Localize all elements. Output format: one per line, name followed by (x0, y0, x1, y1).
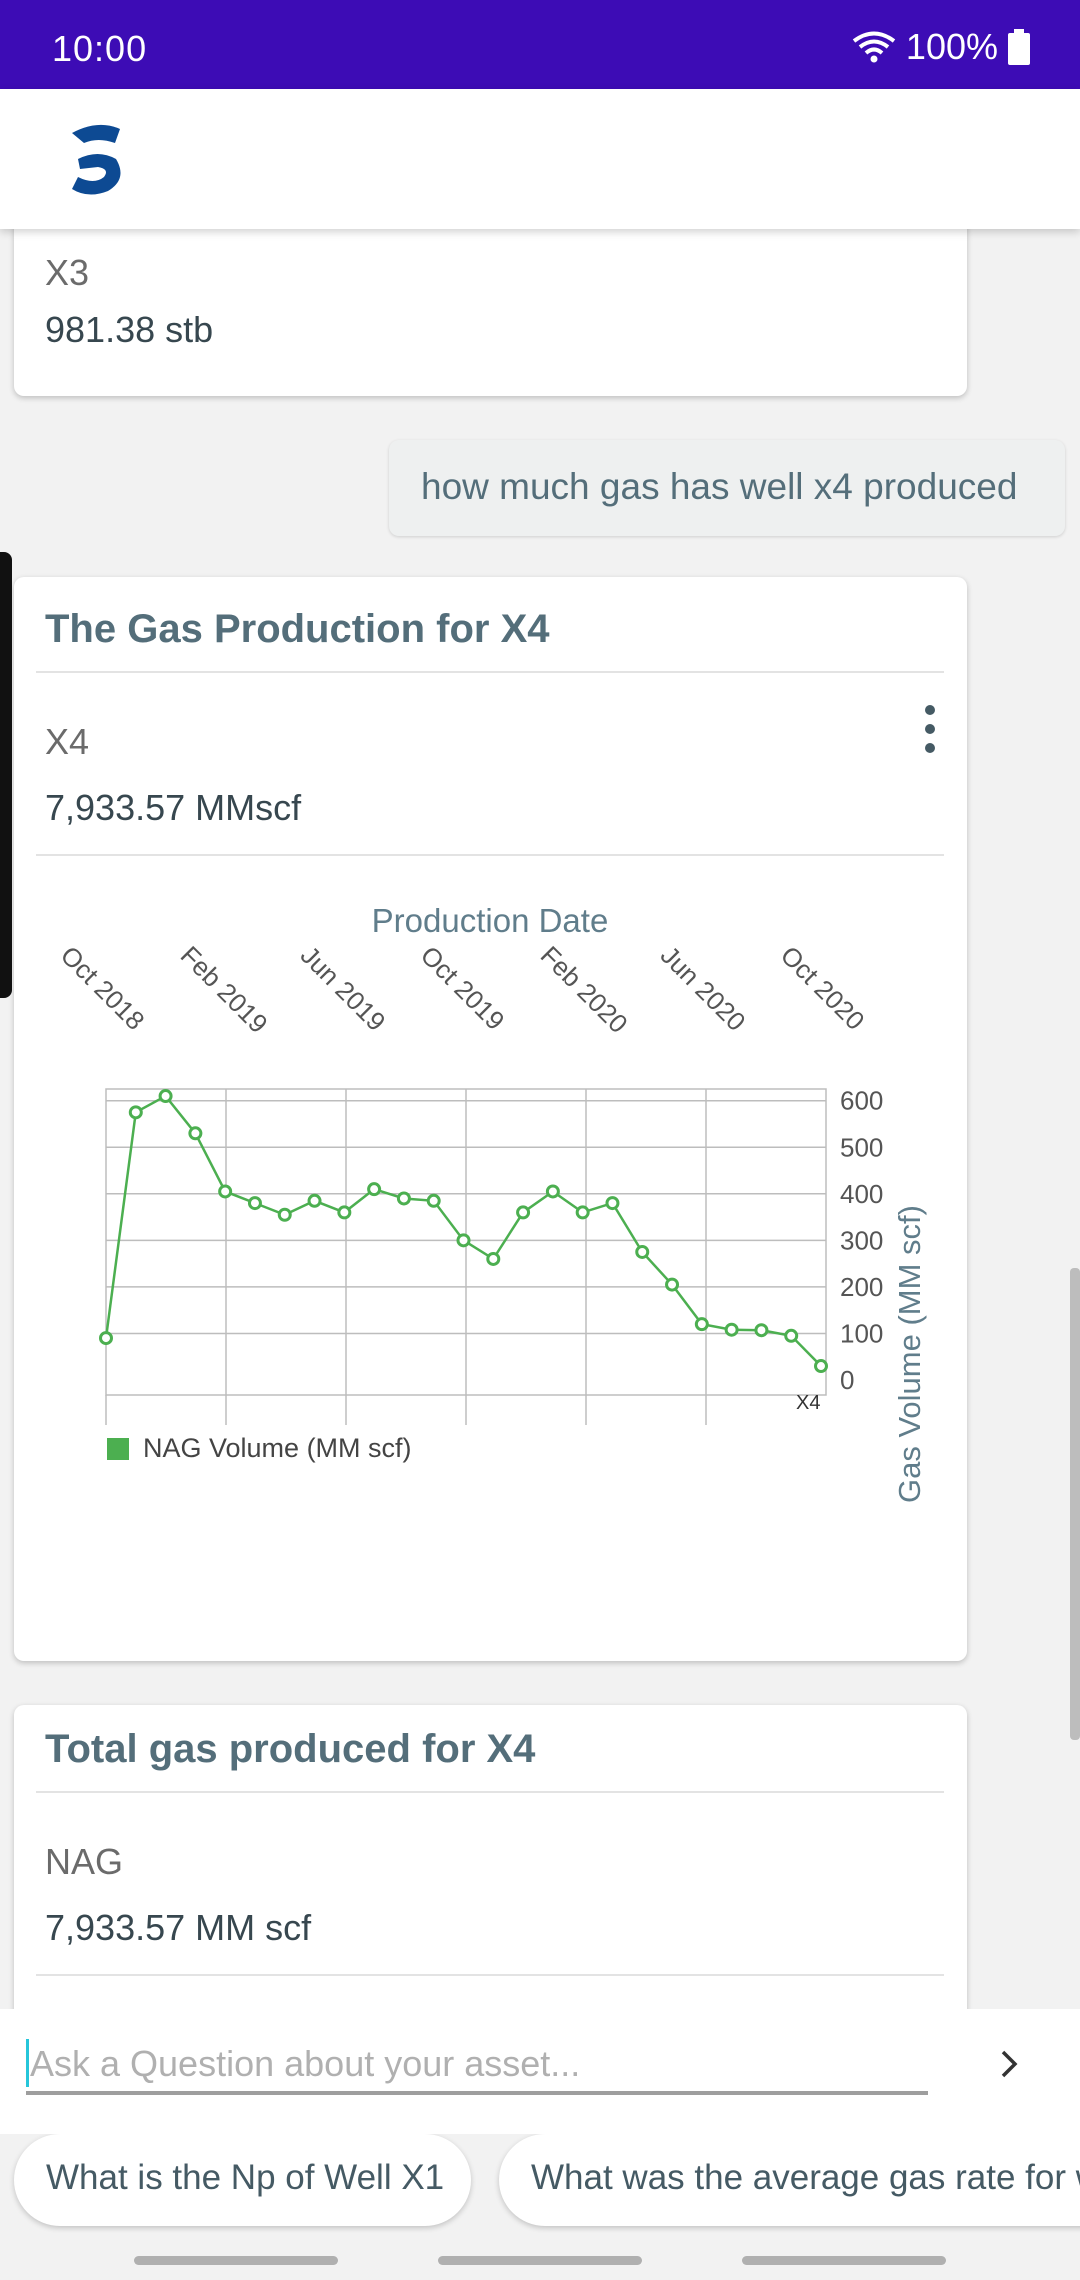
data-point (575, 1205, 590, 1220)
y-tick-label: 400 (840, 1179, 883, 1209)
total-value: 7,933.57 MM scf (45, 1907, 312, 1948)
data-point (605, 1196, 620, 1211)
user-message-text: how much gas has well x4 produced (421, 466, 1018, 507)
chart-x-axis-title: Production Date (372, 902, 609, 939)
card-divider (36, 1974, 944, 1976)
y-tick-label: 600 (840, 1086, 883, 1116)
battery-icon (1008, 29, 1030, 65)
data-point (456, 1233, 471, 1248)
system-nav-bar (0, 2238, 1080, 2280)
data-point (545, 1184, 560, 1199)
data-point (694, 1317, 709, 1332)
well-label: X4 (45, 721, 90, 762)
suggestion-chip-label: What is the Np of Well X1 (46, 2158, 445, 2197)
data-point (99, 1331, 113, 1346)
data-point (426, 1193, 441, 1208)
status-icons: 100% (852, 26, 1030, 68)
previous-answer-card: X3 981.38 stb (14, 229, 967, 396)
legend-label: NAG Volume (MM scf) (143, 1433, 412, 1463)
data-point (784, 1328, 799, 1343)
data-point (665, 1277, 680, 1292)
data-point (754, 1323, 769, 1338)
y-tick-label: 300 (840, 1225, 883, 1255)
status-bar: 10:00 100% (0, 0, 1080, 89)
scrollbar[interactable] (1070, 1268, 1080, 1740)
question-input-bar: Ask a Question about your asset... (0, 2009, 1080, 2134)
x-tick-label: Feb 2019 (175, 940, 274, 1039)
suggestion-chip[interactable]: What is the Np of Well X1 (14, 2134, 471, 2226)
s-logo-icon[interactable] (68, 119, 128, 199)
total-gas-card: Total gas produced for X4 NAG 7,933.57 M… (14, 1705, 967, 2009)
x-tick-label: Oct 2020 (775, 940, 871, 1036)
legend-swatch (107, 1438, 129, 1460)
nav-handle[interactable] (742, 2256, 946, 2265)
side-edge-handle[interactable] (0, 552, 12, 998)
y-tick-label: 200 (840, 1272, 883, 1302)
question-input[interactable]: Ask a Question about your asset... (26, 2033, 928, 2095)
question-placeholder: Ask a Question about your asset... (30, 2043, 581, 2084)
data-point (396, 1191, 411, 1206)
suggestion-chip-label: What was the average gas rate for well X… (531, 2158, 1080, 2197)
battery-percent: 100% (905, 26, 998, 67)
data-point (486, 1251, 501, 1266)
y-tick-label: 0 (840, 1365, 854, 1395)
app-bar (0, 89, 1080, 229)
gas-production-card: The Gas Production for X4 X4 7,933.57 MM… (14, 577, 967, 1661)
data-point (814, 1359, 828, 1374)
chart-y-axis-title: Gas Volume (MM scf) (892, 1205, 927, 1503)
data-point (337, 1205, 352, 1220)
card-divider (36, 671, 944, 673)
x-tick-label: Feb 2020 (535, 940, 634, 1039)
y-tick-label: 500 (840, 1132, 883, 1162)
card-title: Total gas produced for X4 (45, 1727, 536, 1771)
total-label: NAG (45, 1841, 124, 1882)
data-point (724, 1322, 739, 1337)
x-tick-label: Jun 2020 (655, 940, 752, 1037)
more-options-icon[interactable] (925, 705, 935, 762)
nav-handle[interactable] (134, 2256, 338, 2265)
x-tick-label: Jun 2019 (295, 940, 392, 1037)
data-point (218, 1184, 233, 1199)
data-point (307, 1193, 322, 1208)
x-tick-label: Oct 2019 (415, 940, 511, 1036)
prev-card-label: X3 (45, 252, 90, 293)
nav-handle[interactable] (438, 2256, 642, 2265)
prev-card-value: 981.38 stb (45, 309, 214, 350)
chart-legend: NAG Volume (MM scf) (107, 1433, 412, 1463)
status-time: 10:00 (52, 28, 148, 69)
chevron-right-icon[interactable] (994, 2047, 1024, 2081)
y-tick-label: 100 (840, 1318, 883, 1348)
wifi-icon (852, 31, 896, 63)
data-point (158, 1089, 173, 1104)
chat-area[interactable]: X3 981.38 stb how much gas has well x4 p… (0, 229, 1080, 2009)
x-tick-label: Oct 2018 (55, 940, 151, 1036)
card-divider (36, 1791, 944, 1793)
card-divider (36, 854, 944, 856)
data-point (247, 1196, 262, 1211)
suggestion-chips: What is the Np of Well X1 What was the a… (0, 2134, 1080, 2238)
text-cursor (26, 2039, 29, 2087)
gas-production-chart: Production Date Oct 2018 Feb 2019 Jun 2019… (55, 902, 927, 1503)
data-point (188, 1126, 203, 1141)
x-axis-extra-label: X4 (796, 1392, 820, 1414)
card-title: The Gas Production for X4 (45, 607, 550, 651)
user-message-bubble: how much gas has well x4 produced (389, 440, 1065, 536)
data-point (277, 1207, 292, 1222)
suggestion-chip[interactable]: What was the average gas rate for well X… (499, 2134, 1080, 2226)
series-line (104, 1094, 822, 1367)
data-point (516, 1205, 531, 1220)
data-point (367, 1182, 382, 1197)
data-point (128, 1105, 143, 1120)
data-point (635, 1244, 650, 1259)
gas-total-value: 7,933.57 MMscf (45, 787, 302, 828)
